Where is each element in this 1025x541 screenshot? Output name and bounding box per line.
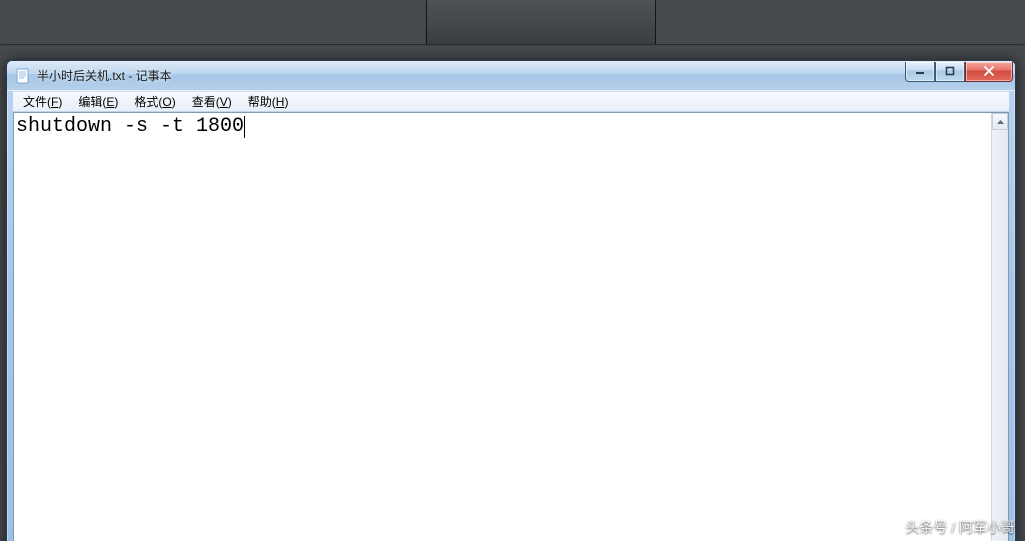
minimize-button[interactable] (905, 62, 935, 82)
client-area: shutdown -s -t 1800 (13, 112, 1009, 541)
menu-file[interactable]: 文件(F) (15, 91, 70, 112)
menu-help[interactable]: 帮助(H) (240, 91, 297, 112)
maximize-button[interactable] (935, 62, 965, 82)
titlebar[interactable]: 半小时后关机.txt - 记事本 (7, 61, 1015, 91)
watermark-text: 头条号 / 阿军小哥 (905, 517, 1015, 537)
window-title: 半小时后关机.txt - 记事本 (37, 67, 905, 84)
menu-edit[interactable]: 编辑(E) (70, 91, 126, 112)
window-controls (905, 62, 1013, 82)
notepad-window: 半小时后关机.txt - 记事本 文件(F) 编辑(E) 格式(O) 查看(V)… (6, 60, 1016, 541)
text-caret (244, 116, 245, 138)
text-editor[interactable]: shutdown -s -t 1800 (14, 113, 991, 541)
scroll-up-button[interactable] (992, 113, 1008, 130)
background-tab-outline (426, 0, 656, 44)
background-separator (0, 44, 1025, 46)
editor-text: shutdown -s -t 1800 (16, 115, 244, 138)
scroll-track[interactable] (992, 130, 1008, 541)
menubar: 文件(F) 编辑(E) 格式(O) 查看(V) 帮助(H) (13, 91, 1009, 112)
vertical-scrollbar[interactable] (991, 113, 1008, 541)
menu-view[interactable]: 查看(V) (184, 91, 240, 112)
menu-format[interactable]: 格式(O) (126, 91, 183, 112)
notepad-icon (15, 68, 31, 84)
close-button[interactable] (965, 62, 1013, 82)
